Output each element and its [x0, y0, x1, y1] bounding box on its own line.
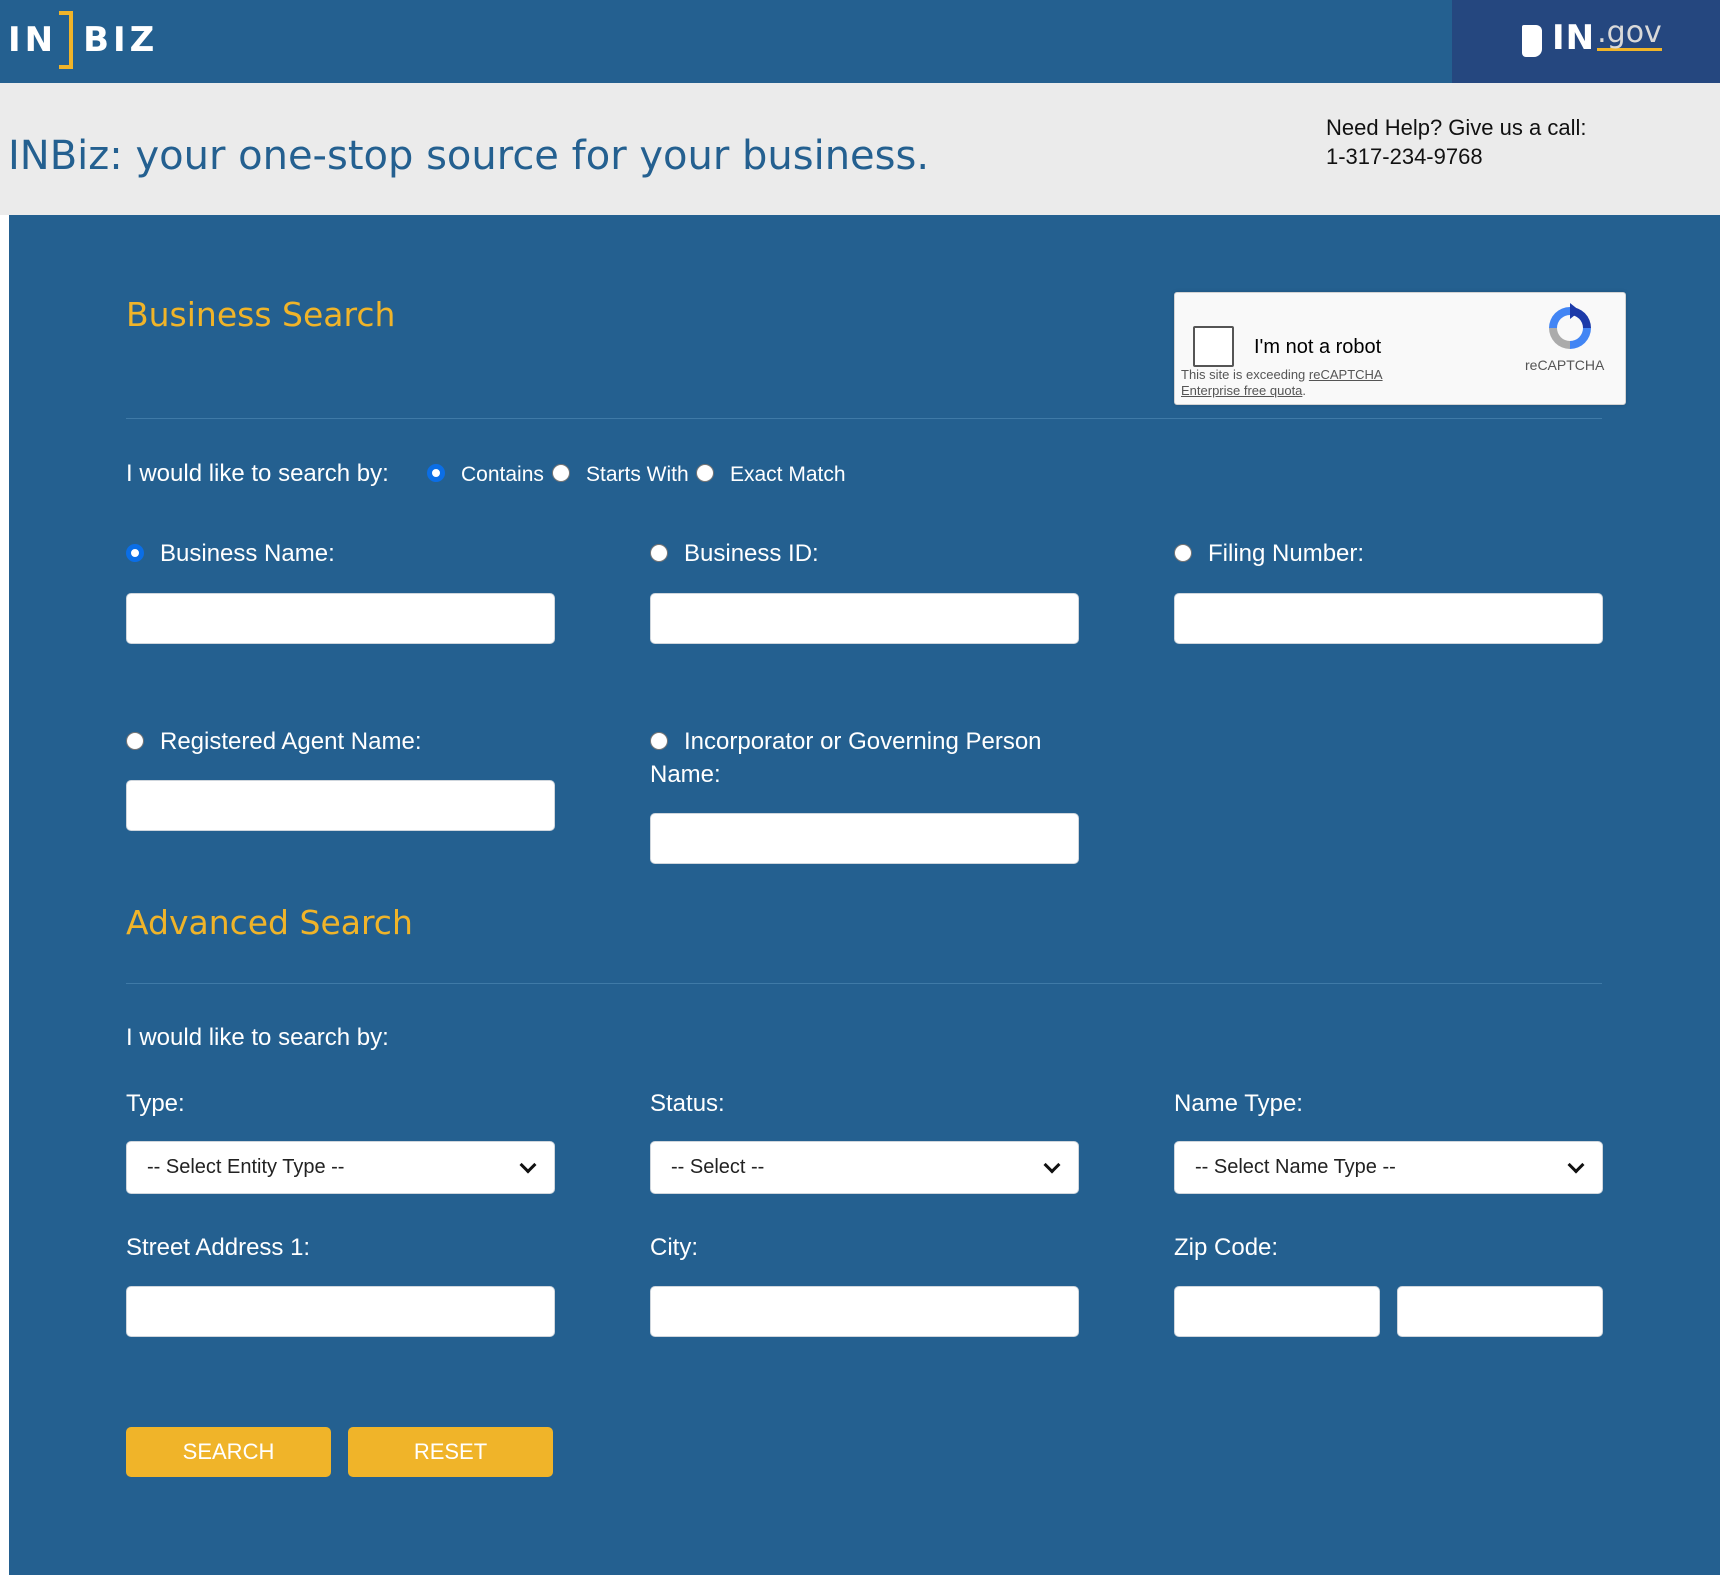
status-label: Status:: [650, 1090, 725, 1117]
business-id-input[interactable]: [650, 593, 1079, 644]
radio-business-name[interactable]: [126, 544, 144, 562]
advanced-search-divider: [126, 983, 1602, 984]
status-value: -- Select --: [671, 1156, 765, 1178]
city-label: City:: [650, 1234, 698, 1261]
name-type-value: -- Select Name Type --: [1195, 1156, 1396, 1178]
search-panel: Business Search I'm not a robot This sit…: [9, 215, 1720, 1575]
zip-code-extension-input[interactable]: [1397, 1286, 1603, 1337]
radio-contains[interactable]: [427, 464, 445, 482]
radio-registered-agent[interactable]: [126, 732, 144, 750]
chevron-down-icon: [1043, 1156, 1061, 1173]
incorporator-label: Incorporator or Governing Person: [684, 728, 1042, 755]
city-input[interactable]: [650, 1286, 1079, 1337]
search-button[interactable]: SEARCH: [126, 1427, 331, 1477]
logo-bracket-icon: [59, 11, 74, 69]
recaptcha-checkbox[interactable]: [1193, 326, 1234, 367]
chevron-down-icon: [519, 1156, 537, 1173]
radio-exact-match[interactable]: [696, 464, 714, 482]
ingov-logo-panel: IN .gov: [1452, 0, 1720, 83]
street-address-label: Street Address 1:: [126, 1234, 311, 1261]
option-exact-match-label: Exact Match: [730, 463, 846, 486]
help-phone: 1-317-234-9768: [1326, 144, 1483, 169]
top-header: IN BIZ IN .gov: [0, 0, 1720, 83]
advanced-search-by-label: I would like to search by:: [126, 1024, 389, 1051]
business-search-title: Business Search: [126, 295, 396, 334]
business-name-input[interactable]: [126, 593, 555, 644]
incorporator-input[interactable]: [650, 813, 1079, 864]
registered-agent-label: Registered Agent Name:: [160, 728, 422, 755]
indiana-state-icon: [1522, 25, 1542, 57]
recaptcha-warning-end: .: [1302, 383, 1307, 398]
business-id-label: Business ID:: [684, 540, 819, 567]
recaptcha-warning-text: This site is exceeding: [1181, 367, 1309, 382]
option-starts-with-label: Starts With: [586, 463, 689, 486]
recaptcha-logo-icon: [1549, 303, 1591, 349]
recaptcha-brand: reCAPTCHA: [1525, 357, 1605, 373]
name-type-select[interactable]: -- Select Name Type --: [1174, 1141, 1603, 1194]
page-tagline: INBiz: your one-stop source for your bus…: [8, 133, 930, 179]
status-select[interactable]: -- Select --: [650, 1141, 1079, 1194]
business-search-divider: [126, 418, 1602, 419]
radio-starts-with[interactable]: [552, 464, 570, 482]
search-by-label: I would like to search by:: [126, 460, 389, 487]
radio-filing-number[interactable]: [1174, 544, 1192, 562]
incorporator-label-line2: Name:: [650, 761, 721, 788]
ingov-logo[interactable]: IN .gov: [1522, 14, 1662, 58]
radio-incorporator[interactable]: [650, 732, 668, 750]
entity-type-value: -- Select Entity Type --: [147, 1156, 345, 1178]
inbiz-logo[interactable]: IN BIZ: [8, 10, 158, 70]
business-name-label: Business Name:: [160, 540, 335, 567]
street-address-input[interactable]: [126, 1286, 555, 1337]
name-type-label: Name Type:: [1174, 1090, 1303, 1117]
chevron-down-icon: [1567, 1156, 1585, 1173]
recaptcha-label: I'm not a robot: [1254, 336, 1382, 358]
filing-number-label: Filing Number:: [1208, 540, 1365, 567]
option-contains-label: Contains: [461, 463, 544, 486]
reset-button[interactable]: RESET: [348, 1427, 553, 1477]
logo-text-in: IN: [8, 20, 58, 60]
registered-agent-input[interactable]: [126, 780, 555, 831]
logo-text-biz: BIZ: [83, 20, 159, 60]
zip-code-input[interactable]: [1174, 1286, 1380, 1337]
ingov-text-gov: .gov: [1597, 14, 1662, 51]
ingov-text-in: IN: [1552, 18, 1596, 58]
type-label: Type:: [126, 1090, 185, 1117]
recaptcha-widget: I'm not a robot This site is exceeding r…: [1174, 292, 1626, 405]
radio-business-id[interactable]: [650, 544, 668, 562]
help-text: Need Help? Give us a call:: [1326, 115, 1587, 140]
filing-number-input[interactable]: [1174, 593, 1603, 644]
recaptcha-warning: This site is exceeding reCAPTCHA Enterpr…: [1181, 367, 1411, 399]
help-contact: Need Help? Give us a call: 1-317-234-976…: [1326, 113, 1586, 171]
advanced-search-title: Advanced Search: [126, 903, 413, 942]
tagline-band: INBiz: your one-stop source for your bus…: [0, 83, 1720, 215]
zip-code-label: Zip Code:: [1174, 1234, 1279, 1261]
entity-type-select[interactable]: -- Select Entity Type --: [126, 1141, 555, 1194]
